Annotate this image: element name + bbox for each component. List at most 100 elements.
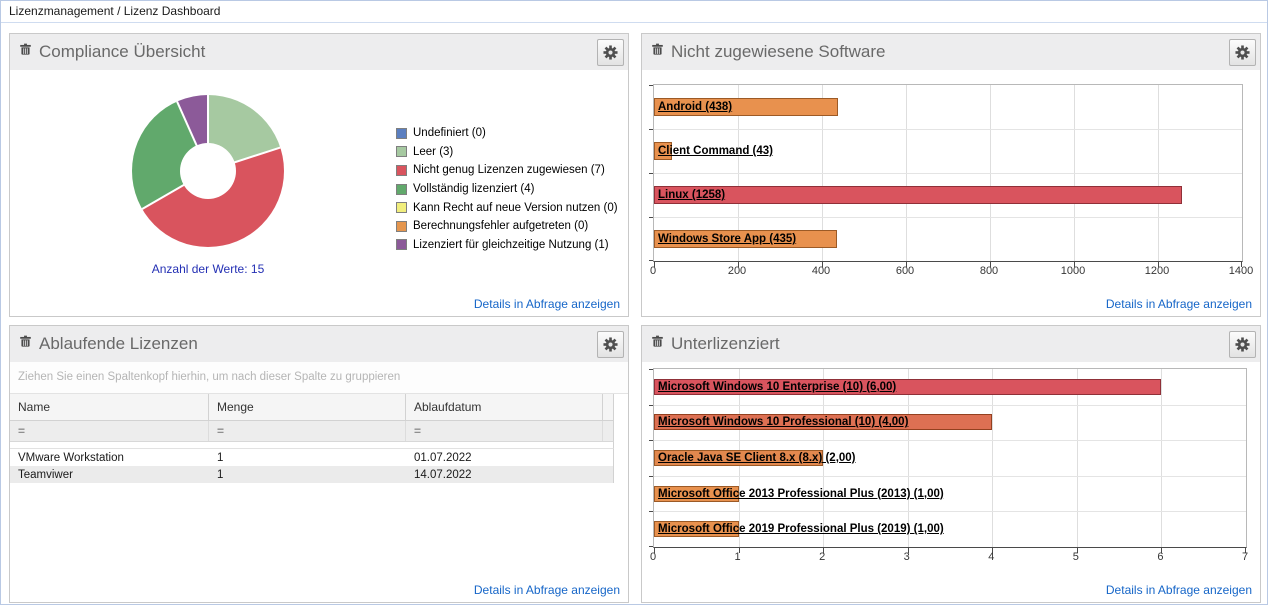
compliance-donut-chart[interactable] xyxy=(132,95,284,247)
x-axis-tick: 1 xyxy=(735,551,741,563)
details-link-expiring[interactable]: Details in Abfrage anzeigen xyxy=(474,583,620,597)
unassigned-x-axis: 0200400600800100012001400 xyxy=(653,265,1241,281)
x-axis-tick: 5 xyxy=(1073,551,1079,563)
panel-compliance: Compliance Übersicht Undefiniert (0)Leer… xyxy=(9,33,629,317)
category-tick-mark xyxy=(649,546,653,547)
bar-label[interactable]: Oracle Java SE Client 8.x (8.x) (2,00) xyxy=(658,452,856,464)
bar-label[interactable]: Microsoft Office 2013 Professional Plus … xyxy=(658,488,944,500)
gear-icon xyxy=(603,45,618,60)
filter-cell-ablaufdatum[interactable]: = xyxy=(406,421,603,441)
bar-label[interactable]: Client Command (43) xyxy=(658,145,773,157)
unassigned-bar-chart[interactable]: Android (438) Client Command (43) Linux (1… xyxy=(653,84,1243,262)
panel-title: Ablaufende Lizenzen xyxy=(39,334,597,354)
x-axis-tick: 3 xyxy=(904,551,910,563)
category-tick-mark xyxy=(649,260,653,261)
category-tick-mark xyxy=(649,85,653,86)
legend-label: Kann Recht auf neue Version nutzen (0) xyxy=(413,202,618,214)
legend-item: Lizenziert für gleichzeitige Nutzung (1) xyxy=(396,236,618,255)
panel-underlicensed-header[interactable]: Unterlizenziert xyxy=(642,326,1260,362)
chart-bar[interactable] xyxy=(654,186,1182,204)
category-tick-mark xyxy=(649,173,653,174)
x-axis-tick: 0 xyxy=(650,265,656,277)
gear-icon xyxy=(603,337,618,352)
settings-button-underlicensed[interactable] xyxy=(1229,331,1256,358)
panel-title: Unterlizenziert xyxy=(671,334,1229,354)
bar-label[interactable]: Windows Store App (435) xyxy=(658,233,796,245)
settings-button-unassigned[interactable] xyxy=(1229,39,1256,66)
details-link-compliance[interactable]: Details in Abfrage anzeigen xyxy=(474,297,620,311)
column-header-name[interactable]: Name xyxy=(10,394,209,420)
legend-swatch xyxy=(396,146,407,157)
legend-item: Kann Recht auf neue Version nutzen (0) xyxy=(396,198,618,217)
legend-label: Nicht genug Lizenzen zugewiesen (7) xyxy=(413,164,605,176)
panel-unassigned-software: Nicht zugewiesene Software Android (438)… xyxy=(641,33,1261,317)
legend-label: Vollständig lizenziert (4) xyxy=(413,183,534,195)
table-row[interactable]: Teamviwer114.07.2022 xyxy=(10,466,614,483)
legend-item: Leer (3) xyxy=(396,143,618,162)
x-axis-tick: 800 xyxy=(980,265,998,277)
category-tick-mark xyxy=(649,405,653,406)
x-axis-tick: 600 xyxy=(896,265,914,277)
trash-icon xyxy=(651,335,664,353)
donut-hole xyxy=(180,143,236,199)
settings-button-expiring[interactable] xyxy=(597,331,624,358)
legend-item: Vollständig lizenziert (4) xyxy=(396,180,618,199)
legend-swatch xyxy=(396,184,407,195)
x-axis-tick: 7 xyxy=(1242,551,1248,563)
table-row[interactable]: VMware Workstation101.07.2022 xyxy=(10,449,614,466)
table-rows: VMware Workstation101.07.2022Teamviwer11… xyxy=(10,449,628,483)
cell-ablaufdatum: 01.07.2022 xyxy=(406,452,603,464)
gridline xyxy=(1077,369,1078,547)
legend-label: Berechnungsfehler aufgetreten (0) xyxy=(413,220,588,232)
panel-expiring-header[interactable]: Ablaufende Lizenzen xyxy=(10,326,628,362)
panel-unassigned-header[interactable]: Nicht zugewiesene Software xyxy=(642,34,1260,70)
x-axis-tick: 400 xyxy=(812,265,830,277)
x-axis-tick: 200 xyxy=(728,265,746,277)
trash-icon xyxy=(19,335,32,353)
table-header-row: NameMengeAblaufdatum xyxy=(10,394,614,421)
breadcrumb[interactable]: Lizenzmanagement / Lizenz Dashboard xyxy=(1,1,1267,23)
column-header-menge[interactable]: Menge xyxy=(209,394,406,420)
category-tick-mark xyxy=(649,511,653,512)
category-tick-mark xyxy=(649,369,653,370)
cell-menge: 1 xyxy=(209,469,406,481)
bar-label[interactable]: Android (438) xyxy=(658,101,732,113)
legend-label: Lizenziert für gleichzeitige Nutzung (1) xyxy=(413,239,609,251)
gear-icon xyxy=(1235,337,1250,352)
filter-cell-menge[interactable]: = xyxy=(209,421,406,441)
gridline xyxy=(908,369,909,547)
settings-button-compliance[interactable] xyxy=(597,39,624,66)
filter-cell-name[interactable]: = xyxy=(10,421,209,441)
cell-name: Teamviwer xyxy=(10,469,209,481)
bar-label[interactable]: Microsoft Windows 10 Professional (10) (… xyxy=(658,416,908,428)
category-tick-mark xyxy=(649,129,653,130)
trash-icon xyxy=(19,43,32,61)
x-axis-tick: 6 xyxy=(1157,551,1163,563)
legend-swatch xyxy=(396,221,407,232)
underlicensed-x-axis: 01234567 xyxy=(653,551,1245,567)
column-header-ablaufdatum[interactable]: Ablaufdatum xyxy=(406,394,603,420)
legend-swatch xyxy=(396,165,407,176)
panel-compliance-header[interactable]: Compliance Übersicht xyxy=(10,34,628,70)
bar-label[interactable]: Linux (1258) xyxy=(658,189,725,201)
dashboard-page: Lizenzmanagement / Lizenz Dashboard Comp… xyxy=(0,0,1268,605)
x-axis-tick: 0 xyxy=(650,551,656,563)
gridline xyxy=(654,476,1246,477)
gridline xyxy=(654,405,1246,406)
details-link-unassigned[interactable]: Details in Abfrage anzeigen xyxy=(1106,297,1252,311)
legend-item: Undefiniert (0) xyxy=(396,124,618,143)
group-by-dropzone[interactable]: Ziehen Sie einen Spaltenkopf hierhin, um… xyxy=(10,362,628,394)
bar-label[interactable]: Microsoft Office 2019 Professional Plus … xyxy=(658,523,944,535)
x-axis-tick: 1200 xyxy=(1145,265,1169,277)
x-axis-tick: 2 xyxy=(819,551,825,563)
underlicensed-bar-chart[interactable]: Microsoft Windows 10 Enterprise (10) (6,… xyxy=(653,368,1247,548)
bar-label[interactable]: Microsoft Windows 10 Enterprise (10) (6,… xyxy=(658,381,896,393)
value-count-note: Anzahl der Werte: 15 xyxy=(58,262,358,276)
gear-icon xyxy=(1235,45,1250,60)
x-axis-tick: 1400 xyxy=(1229,265,1253,277)
table-filter-row: === xyxy=(10,421,614,442)
details-link-underlicensed[interactable]: Details in Abfrage anzeigen xyxy=(1106,583,1252,597)
panel-underlicensed: Unterlizenziert Microsoft Windows 10 Ent… xyxy=(641,325,1261,603)
gridline xyxy=(1161,369,1162,547)
legend-swatch xyxy=(396,239,407,250)
